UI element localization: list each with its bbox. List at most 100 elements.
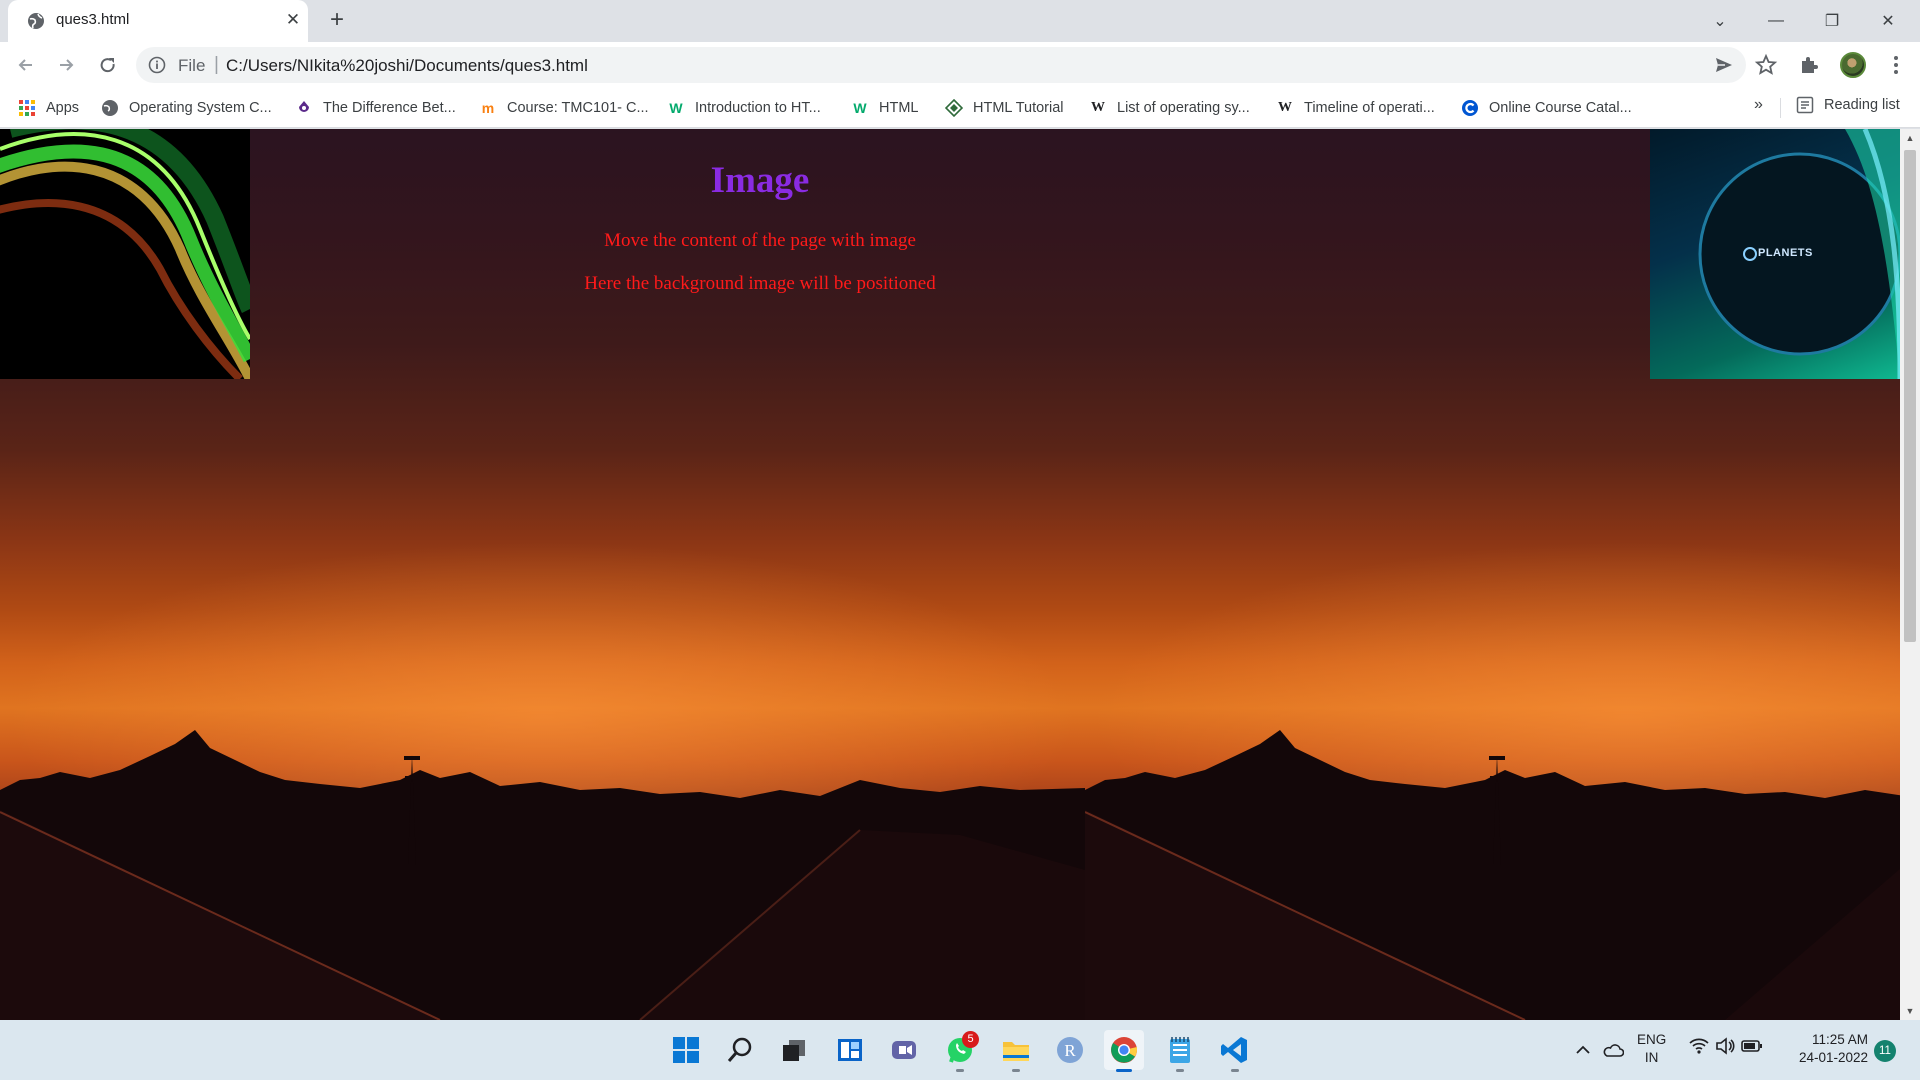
running-indicator xyxy=(1231,1069,1239,1072)
teams-chat-button[interactable] xyxy=(884,1030,924,1070)
coursera-icon xyxy=(1461,99,1479,117)
bookmark-item[interactable]: W Timeline of operati... xyxy=(1276,96,1435,120)
bookmarks-bar: Apps Operating System C... The Differenc… xyxy=(0,88,1920,128)
clock[interactable]: 11:25 AM 24-01-2022 xyxy=(1782,1031,1868,1067)
teams-chat-icon xyxy=(892,1041,916,1059)
onedrive-cloud-icon[interactable] xyxy=(1598,1035,1628,1065)
tab-title: ques3.html xyxy=(56,11,130,28)
extensions-puzzle-icon[interactable] xyxy=(1797,53,1821,77)
language-region: IN xyxy=(1644,1050,1659,1065)
scroll-up-arrow-icon[interactable]: ▲ xyxy=(1900,129,1920,147)
clock-date: 24-01-2022 xyxy=(1798,1050,1868,1065)
chrome-icon xyxy=(1111,1037,1137,1063)
url-scheme: File xyxy=(178,56,206,75)
folder-icon xyxy=(1003,1042,1029,1061)
whatsapp-button[interactable]: 5 xyxy=(940,1030,980,1072)
url-separator: | xyxy=(214,54,219,75)
reload-button[interactable] xyxy=(92,49,124,81)
bookmarks-divider xyxy=(1780,98,1781,118)
browser-tab[interactable]: ques3.html ✕ xyxy=(8,0,308,42)
task-view-button[interactable] xyxy=(774,1030,814,1070)
bookmark-label: Online Course Catal... xyxy=(1489,100,1632,116)
widgets-icon xyxy=(838,1039,862,1061)
battery-icon xyxy=(1741,1040,1762,1052)
r-app-button[interactable]: R xyxy=(1050,1030,1090,1070)
bookmark-item[interactable]: W Introduction to HT... xyxy=(667,96,821,120)
reload-icon xyxy=(100,58,115,73)
running-indicator xyxy=(1176,1069,1184,1072)
profile-avatar[interactable] xyxy=(1840,52,1866,78)
notification-count-badge[interactable]: 11 xyxy=(1874,1040,1896,1062)
url-text[interactable]: C:/Users/NIkita%20joshi/Documents/ques3.… xyxy=(226,56,588,76)
bookmark-label: HTML xyxy=(879,100,919,116)
kebab-menu-icon[interactable] xyxy=(1884,53,1908,77)
notepad-button[interactable] xyxy=(1160,1030,1200,1072)
restore-button[interactable]: ❐ xyxy=(1804,0,1860,42)
bookmark-label: Introduction to HT... xyxy=(695,100,821,116)
bookmark-item[interactable]: The Difference Bet... xyxy=(295,96,456,120)
reading-list-button[interactable]: Reading list xyxy=(1796,96,1900,114)
language-indicator[interactable]: ENG IN xyxy=(1637,1031,1666,1067)
moodle-icon: m xyxy=(481,100,495,116)
apps-grid-icon xyxy=(18,99,36,117)
purple-drop-icon xyxy=(295,99,313,117)
bookmark-label: Timeline of operati... xyxy=(1304,100,1435,116)
scroll-down-arrow-icon[interactable]: ▼ xyxy=(1900,1002,1920,1020)
task-view-icon xyxy=(783,1040,805,1061)
scrollbar-thumb[interactable] xyxy=(1904,150,1916,642)
bookmarks-overflow-button[interactable]: » xyxy=(1754,96,1763,114)
tab-search-chevron-icon[interactable]: ⌄ xyxy=(1692,0,1748,42)
vscode-button[interactable] xyxy=(1215,1030,1255,1072)
bookmark-label: List of operating sy... xyxy=(1117,100,1250,116)
diamond-icon xyxy=(945,99,963,117)
tray-overflow-icon[interactable] xyxy=(1568,1035,1598,1065)
bookmark-label: HTML Tutorial xyxy=(973,100,1064,116)
volume-icon xyxy=(1716,1037,1735,1055)
tab-close-icon[interactable]: ✕ xyxy=(282,9,304,31)
address-bar[interactable]: File | C:/Users/NIkita%20joshi/Documents… xyxy=(136,47,1778,83)
planets-logo-text: PLANETS xyxy=(1758,247,1813,259)
file-explorer-button[interactable] xyxy=(996,1030,1036,1072)
wikipedia-icon: W xyxy=(1091,100,1105,115)
send-tab-icon[interactable] xyxy=(1712,53,1736,77)
bookmark-item[interactable]: Operating System C... xyxy=(101,96,272,120)
chrome-button[interactable] xyxy=(1104,1030,1144,1072)
bookmark-apps[interactable]: Apps xyxy=(18,96,79,120)
bookmark-item[interactable]: W HTML xyxy=(851,96,918,120)
bookmark-item[interactable]: HTML Tutorial xyxy=(945,96,1064,120)
back-button[interactable] xyxy=(10,49,42,81)
planets-logo-image: PLANETS xyxy=(1650,129,1900,379)
bookmark-label: Course: TMC101- C... xyxy=(507,100,649,116)
minimize-button[interactable]: — xyxy=(1748,0,1804,42)
skyline-silhouette xyxy=(0,730,1085,1020)
wikipedia-icon: W xyxy=(1278,100,1292,115)
widgets-button[interactable] xyxy=(830,1030,870,1070)
search-icon xyxy=(727,1037,752,1062)
clock-time: 11:25 AM xyxy=(1811,1032,1868,1047)
arrow-right-icon xyxy=(60,59,74,71)
content-line-1: Move the content of the page with image xyxy=(604,230,916,251)
new-tab-button[interactable]: + xyxy=(322,6,352,36)
bookmark-item[interactable]: Online Course Catal... xyxy=(1461,96,1632,120)
language-code: ENG xyxy=(1637,1032,1667,1047)
bookmark-item[interactable]: W List of operating sy... xyxy=(1089,96,1250,120)
windows-start-icon xyxy=(673,1037,699,1063)
quick-settings[interactable] xyxy=(1688,1035,1764,1057)
r-app-icon: R xyxy=(1057,1037,1083,1063)
page-heading: Image xyxy=(710,160,810,201)
running-indicator xyxy=(1116,1069,1132,1072)
forward-button[interactable] xyxy=(50,49,82,81)
running-indicator xyxy=(956,1069,964,1072)
running-indicator xyxy=(1012,1069,1020,1072)
notepad-icon xyxy=(1170,1037,1190,1063)
vertical-scrollbar[interactable]: ▲ ▼ xyxy=(1900,129,1920,1020)
start-button[interactable] xyxy=(666,1030,706,1070)
whatsapp-unread-badge: 5 xyxy=(962,1031,979,1048)
w3-icon: W xyxy=(853,100,867,116)
bookmark-item[interactable]: m Course: TMC101- C... xyxy=(479,96,649,120)
close-window-button[interactable]: ✕ xyxy=(1860,0,1916,42)
info-icon[interactable] xyxy=(148,56,166,74)
content-line-2: Here the background image will be positi… xyxy=(584,273,936,294)
bookmark-star-icon[interactable] xyxy=(1754,53,1778,77)
taskbar-search-button[interactable] xyxy=(720,1030,760,1070)
